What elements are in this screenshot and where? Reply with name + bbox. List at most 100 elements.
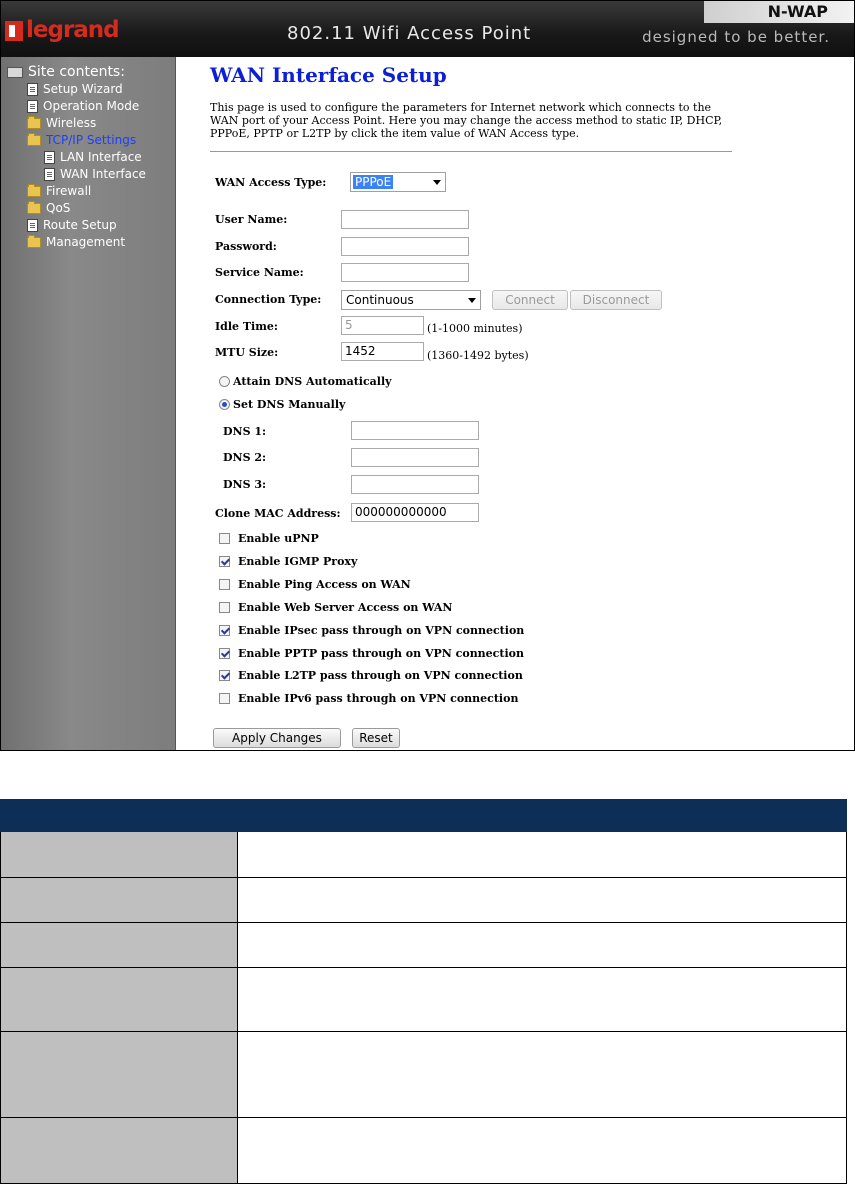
table-label-cell (0, 877, 238, 923)
dns1-label: DNS 1: (223, 425, 267, 438)
apply-changes-button[interactable]: Apply Changes (213, 728, 341, 748)
enable-upnp-checkbox[interactable] (219, 533, 230, 544)
clone-mac-input[interactable]: 000000000000 (351, 503, 479, 522)
tagline: designed to be better. (642, 28, 830, 46)
table-header-cell (0, 799, 238, 832)
router-admin-window: legrand 802.11 Wifi Access Point N-WAP d… (0, 0, 855, 751)
wan-access-type-select[interactable]: PPPoE (350, 172, 446, 192)
enable-igmp-proxy-checkbox[interactable] (219, 556, 230, 567)
table-value-cell (237, 1031, 847, 1118)
clone-mac-label: Clone MAC Address: (215, 507, 341, 520)
sidebar: Site contents: Setup Wizard Operation Mo… (1, 57, 176, 750)
user-name-input[interactable] (341, 210, 469, 229)
sidebar-item-wireless[interactable]: Wireless (27, 115, 96, 131)
enable-pptp-passthrough-checkbox[interactable] (219, 648, 230, 659)
wan-access-type-label: WAN Access Type: (215, 176, 327, 189)
sidebar-item-management[interactable]: Management (27, 234, 125, 250)
table-value-cell (237, 922, 847, 968)
connection-type-value: Continuous (346, 293, 414, 307)
idle-time-label: Idle Time: (215, 320, 278, 333)
enable-ping-wan-checkbox[interactable] (219, 579, 230, 590)
enable-upnp-label: Enable uPNP (238, 532, 319, 545)
enable-ipsec-passthrough-checkbox[interactable] (219, 625, 230, 636)
table-label-cell (0, 1117, 238, 1184)
connection-type-select[interactable]: Continuous (341, 290, 481, 310)
model-badge: N-WAP (704, 1, 854, 23)
mtu-size-hint: (1360-1492 bytes) (427, 349, 529, 362)
folder-icon (27, 184, 41, 197)
dns-manual-label: Set DNS Manually (233, 398, 346, 411)
idle-time-hint: (1-1000 minutes) (427, 322, 523, 335)
connect-button[interactable]: Connect (492, 290, 568, 310)
dns3-label: DNS 3: (223, 478, 267, 491)
enable-l2tp-passthrough-label: Enable L2TP pass through on VPN connecti… (238, 669, 523, 682)
page-icon (27, 219, 38, 232)
open-folder-icon (27, 133, 41, 146)
table-value-cell (237, 1117, 847, 1184)
table-row (0, 922, 847, 968)
sidebar-item-qos[interactable]: QoS (27, 200, 70, 216)
sidebar-item-setup-wizard[interactable]: Setup Wizard (27, 81, 123, 97)
folder-icon (27, 235, 41, 248)
brand-logo: legrand (5, 15, 129, 47)
dns2-input[interactable] (351, 448, 479, 467)
table-row (0, 1031, 847, 1118)
sidebar-root[interactable]: Site contents: (7, 64, 125, 80)
reset-button[interactable]: Reset (352, 728, 400, 748)
sidebar-item-label: Wireless (46, 116, 97, 130)
sidebar-item-label: WAN Interface (60, 167, 146, 181)
sidebar-item-wan-interface[interactable]: WAN Interface (44, 166, 146, 182)
page-icon (27, 83, 38, 96)
enable-ipv6-passthrough-label: Enable IPv6 pass through on VPN connecti… (238, 692, 519, 705)
chevron-down-icon (433, 180, 441, 185)
sidebar-item-route-setup[interactable]: Route Setup (27, 217, 117, 233)
table-value-cell (237, 967, 847, 1032)
table-label-cell (0, 1031, 238, 1118)
sidebar-item-label: Route Setup (43, 218, 117, 232)
dns-auto-label: Attain DNS Automatically (233, 375, 392, 388)
mtu-size-input[interactable]: 1452 (341, 342, 424, 361)
table-row (0, 1117, 847, 1184)
site-icon (7, 66, 23, 78)
sidebar-item-label: Setup Wizard (43, 82, 123, 96)
dns1-input[interactable] (351, 421, 479, 440)
dns-auto-radio[interactable] (219, 376, 230, 387)
folder-icon (27, 201, 41, 214)
sidebar-item-operation-mode[interactable]: Operation Mode (27, 98, 139, 114)
sidebar-item-label: LAN Interface (60, 150, 142, 164)
mtu-size-label: MTU Size: (215, 346, 279, 359)
user-name-label: User Name: (215, 213, 288, 226)
enable-ping-wan-label: Enable Ping Access on WAN (238, 578, 411, 591)
idle-time-input[interactable]: 5 (341, 316, 424, 335)
sidebar-item-tcpip-settings[interactable]: TCP/IP Settings (27, 132, 136, 148)
table-header-row (0, 799, 847, 832)
dns3-input[interactable] (351, 475, 479, 494)
enable-l2tp-passthrough-checkbox[interactable] (219, 670, 230, 681)
brand-wordmark: legrand (26, 17, 120, 43)
dns-manual-radio[interactable] (219, 399, 230, 410)
service-name-input[interactable] (341, 263, 469, 282)
table-label-cell (0, 831, 238, 878)
disconnect-button[interactable]: Disconnect (570, 290, 662, 310)
password-input[interactable] (341, 237, 469, 256)
enable-ipv6-passthrough-checkbox[interactable] (219, 693, 230, 704)
sidebar-item-label: Firewall (46, 184, 92, 198)
folder-icon (27, 116, 41, 129)
sidebar-item-firewall[interactable]: Firewall (27, 183, 91, 199)
password-label: Password: (215, 240, 277, 253)
page-title: WAN Interface Setup (210, 63, 447, 87)
wan-access-type-value: PPPoE (353, 175, 394, 189)
sidebar-item-label: TCP/IP Settings (46, 133, 137, 147)
chevron-down-icon (468, 298, 476, 303)
enable-ipsec-passthrough-label: Enable IPsec pass through on VPN connect… (238, 624, 525, 637)
page-icon (44, 151, 55, 164)
product-title: 802.11 Wifi Access Point (287, 23, 532, 44)
sidebar-item-lan-interface[interactable]: LAN Interface (44, 149, 142, 165)
table-row (0, 831, 847, 878)
dns2-label: DNS 2: (223, 451, 267, 464)
sidebar-item-label: Operation Mode (43, 99, 140, 113)
parameter-table (0, 799, 847, 1184)
enable-web-server-wan-checkbox[interactable] (219, 602, 230, 613)
table-label-cell (0, 922, 238, 968)
page-description: This page is used to configure the param… (210, 101, 723, 140)
